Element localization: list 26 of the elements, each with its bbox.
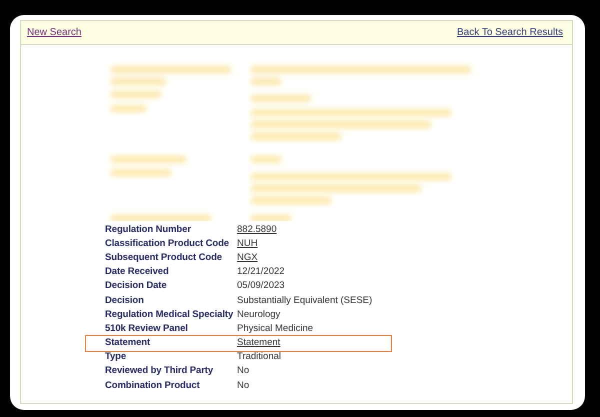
- field-label: 510k Review Panel: [105, 322, 189, 334]
- nav-link[interactable]: Back To Search Results: [457, 27, 563, 38]
- value-link[interactable]: NGX: [237, 252, 258, 263]
- field-value: Substantially Equivalent (SESE): [237, 294, 372, 306]
- field-label: Decision: [105, 294, 145, 306]
- field-value: Neurology: [237, 308, 280, 320]
- field-value: No: [237, 365, 250, 376]
- field-label: Type: [105, 351, 128, 362]
- field-value: 12/21/2022: [237, 266, 285, 278]
- field-label: Statement: [105, 337, 152, 348]
- value-link[interactable]: Statement: [237, 337, 280, 348]
- field-label: Decision Date: [105, 280, 168, 292]
- field-label: Regulation Medical Specialty: [105, 308, 234, 320]
- field-label: Classification Product Code: [105, 238, 230, 249]
- nav-link[interactable]: New Search: [27, 27, 82, 38]
- field-value: No: [237, 380, 250, 391]
- field-value: Traditional: [237, 351, 282, 362]
- field-value: Physical Medicine: [237, 322, 314, 334]
- field-label: Reviewed by Third Party: [105, 365, 214, 376]
- value-link[interactable]: NUH: [237, 238, 258, 249]
- field-value: 05/09/2023: [237, 280, 285, 292]
- value-link[interactable]: 882.5890: [237, 224, 277, 235]
- field-label: Combination Product: [105, 380, 201, 391]
- field-label: Regulation Number: [105, 224, 192, 235]
- field-label: Date Received: [105, 266, 170, 278]
- field-label: Subsequent Product Code: [105, 252, 223, 263]
